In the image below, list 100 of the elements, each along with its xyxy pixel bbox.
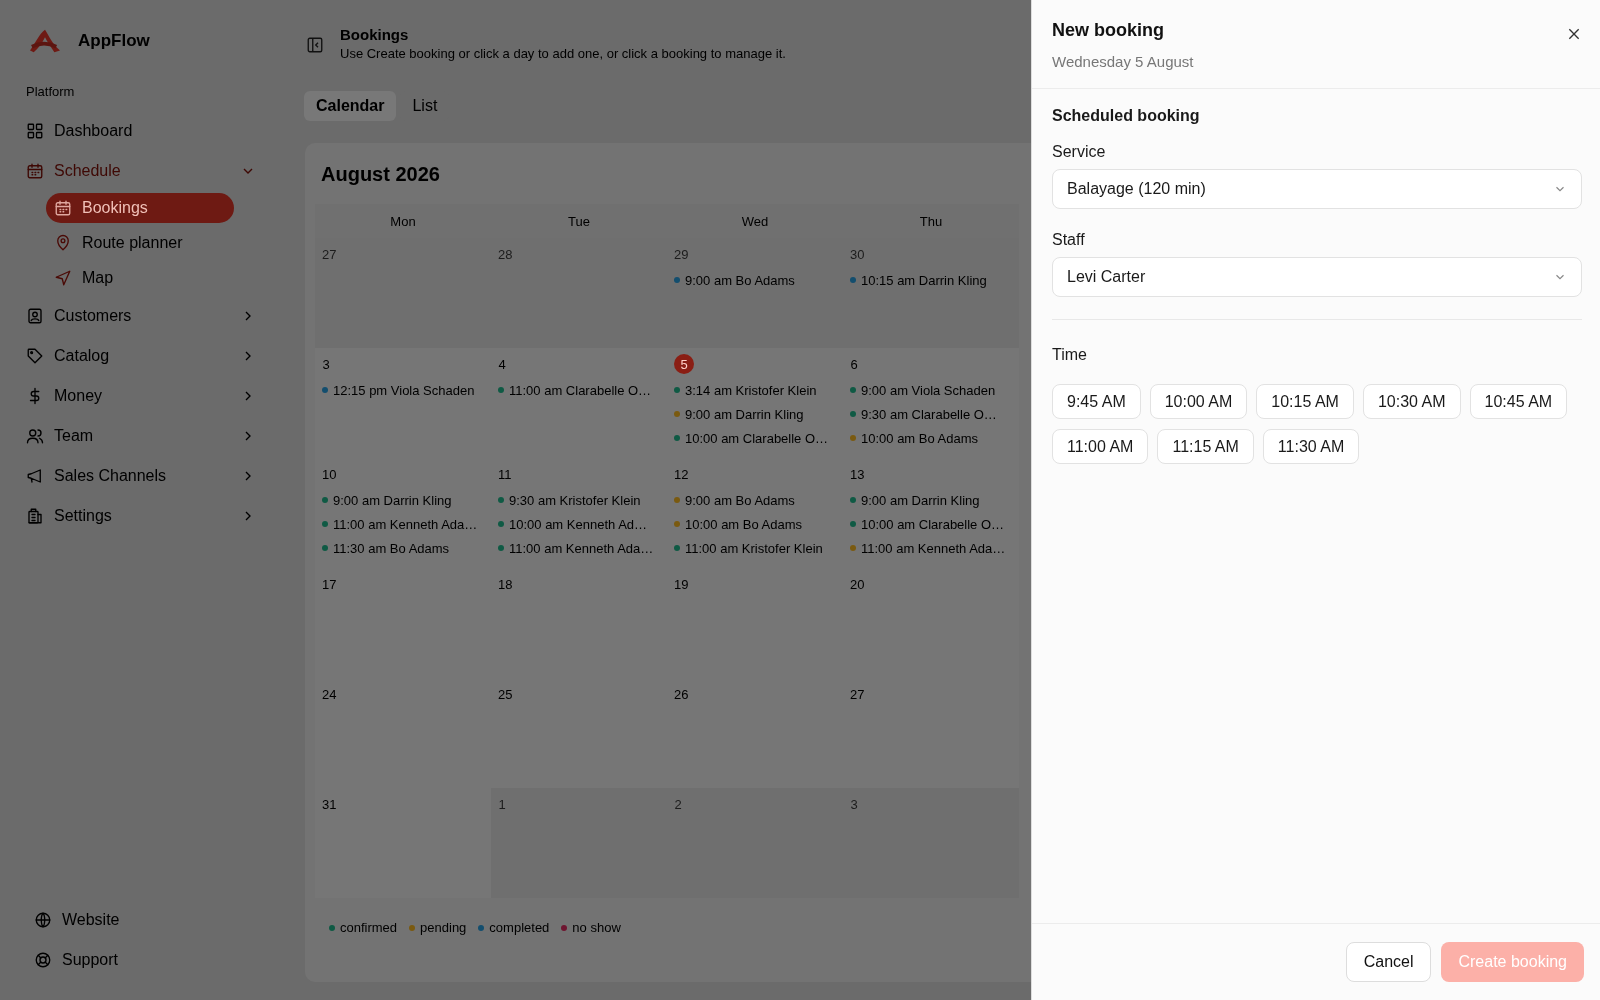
booking-entry[interactable]: 10:00 am Kenneth Ad… <box>498 512 660 536</box>
sidebar-subitem[interactable]: Map <box>46 263 234 293</box>
select-field[interactable]: Levi Carter <box>1052 257 1582 297</box>
day-number: 3 <box>322 355 330 374</box>
day-number: 4 <box>498 355 506 374</box>
day-cell[interactable]: 29 9:00 am Bo Adams <box>667 238 843 348</box>
section-label: Platform <box>26 84 76 99</box>
page-title: Bookings <box>340 26 410 43</box>
globe-icon <box>34 911 52 929</box>
day-number: 10 <box>322 465 337 484</box>
legend-label: completed <box>489 920 550 935</box>
sidebar-item[interactable]: Team <box>26 416 258 456</box>
day-number: 29 <box>674 245 689 264</box>
time-slot-button[interactable]: 10:30 AM <box>1362 384 1461 419</box>
drawer-title: New booking <box>1052 20 1165 41</box>
day-cell[interactable]: 1 <box>491 788 667 898</box>
day-number: 12 <box>674 465 689 484</box>
field-label: Service <box>1052 143 1107 161</box>
time-slot-button[interactable]: 9:45 AM <box>1052 384 1141 419</box>
day-number: 17 <box>322 575 337 594</box>
day-number: 11 <box>498 465 512 484</box>
navigation-arrow-icon <box>54 269 72 287</box>
sidebar-subitem[interactable]: Bookings <box>46 193 234 223</box>
day-number: 13 <box>850 465 865 484</box>
day-number: 2 <box>674 795 682 814</box>
tag-icon <box>26 347 44 365</box>
booking-entry[interactable]: 10:00 am Clarabelle O… <box>674 426 836 450</box>
day-cell[interactable]: 27 <box>315 238 491 348</box>
booking-entry[interactable]: 9:00 am Bo Adams <box>674 268 836 292</box>
sidebar-item[interactable]: Settings <box>26 496 258 536</box>
cancel-button[interactable]: Cancel <box>1345 942 1432 982</box>
day-number: 18 <box>498 575 513 594</box>
view-tab[interactable]: Calendar <box>304 91 397 121</box>
day-number: 19 <box>674 575 689 594</box>
booking-entry[interactable]: 9:30 am Clarabelle O… <box>850 402 1012 426</box>
day-number: 28 <box>498 245 513 264</box>
day-number: 31 <box>322 795 337 814</box>
building-icon <box>26 507 44 525</box>
section-heading: Scheduled booking <box>1052 107 1201 125</box>
sidebar-link[interactable]: Website <box>34 902 154 938</box>
booking-entry[interactable]: 11:00 am Kristofer Klein <box>674 536 836 560</box>
time-slot-button[interactable]: 11:15 AM <box>1157 429 1254 464</box>
time-slot-button[interactable]: 10:00 AM <box>1149 384 1248 419</box>
booking-entry[interactable]: 11:30 am Bo Adams <box>322 536 484 560</box>
close-icon[interactable] <box>1566 26 1582 42</box>
booking-entry[interactable]: 3:14 am Kristofer Klein <box>674 378 836 402</box>
booking-entry[interactable]: 11:00 am Kenneth Ada… <box>498 536 660 560</box>
booking-entry[interactable]: 9:00 am Darrin Kling <box>850 488 1012 512</box>
booking-entry[interactable]: 9:00 am Darrin Kling <box>674 402 836 426</box>
day-cell[interactable]: 28 <box>491 238 667 348</box>
booking-entry[interactable]: 9:00 am Bo Adams <box>674 488 836 512</box>
day-number: 30 <box>850 245 865 264</box>
booking-entry[interactable]: 9:00 am Darrin Kling <box>322 488 484 512</box>
calendar-icon <box>54 199 72 217</box>
day-cell[interactable]: 2 <box>667 788 843 898</box>
lifebuoy-icon <box>34 951 52 969</box>
day-number: 1 <box>498 795 506 814</box>
booking-entry[interactable]: 10:15 am Darrin Kling <box>850 268 1012 292</box>
day-number: 24 <box>322 685 337 704</box>
megaphone-icon <box>26 467 44 485</box>
booking-entry[interactable]: 10:00 am Bo Adams <box>674 512 836 536</box>
sidebar-subitem[interactable]: Route planner <box>46 228 234 258</box>
time-slot-button[interactable]: 11:00 AM <box>1052 429 1149 464</box>
day-number: 25 <box>498 685 513 704</box>
day-number: 26 <box>674 685 689 704</box>
users-icon <box>26 427 44 445</box>
month-title: August 2026 <box>321 163 441 186</box>
sidebar-item[interactable]: Schedule <box>26 151 258 191</box>
map-pin-icon <box>54 234 72 252</box>
sidebar-link[interactable]: Support <box>34 942 154 978</box>
booking-entry[interactable]: 11:00 am Kenneth Ada… <box>850 536 1012 560</box>
time-slot-button[interactable]: 11:30 AM <box>1262 429 1360 464</box>
calendar-icon <box>26 162 44 180</box>
field-label: Time <box>1052 346 1088 364</box>
day-cell[interactable]: 3 <box>843 788 1019 898</box>
sidebar-item[interactable]: Money <box>26 376 258 416</box>
page-subtitle: Use Create booking or click a day to add one, or click a booking to manage it. <box>340 46 786 61</box>
sidebar-toggle-icon[interactable] <box>306 36 324 54</box>
booking-entry[interactable]: 9:30 am Kristofer Klein <box>498 488 660 512</box>
booking-entry[interactable]: 12:15 pm Viola Schaden <box>322 378 484 402</box>
day-number: 20 <box>850 575 865 594</box>
sidebar-item[interactable]: Dashboard <box>26 111 258 151</box>
booking-entry[interactable]: 11:00 am Kenneth Ada… <box>322 512 484 536</box>
time-slot-button[interactable]: 10:45 AM <box>1469 384 1568 419</box>
day-number: 27 <box>322 245 337 264</box>
sidebar-item[interactable]: Catalog <box>26 336 258 376</box>
booking-entry[interactable]: 9:00 am Viola Schaden <box>850 378 1012 402</box>
drawer-subtitle: Wednesday 5 August <box>1052 53 1194 70</box>
day-number: 5 <box>674 354 694 374</box>
day-cell[interactable]: 30 10:15 am Darrin Kling <box>843 238 1019 348</box>
booking-entry[interactable]: 11:00 am Clarabelle O… <box>498 378 660 402</box>
booking-entry[interactable]: 10:00 am Clarabelle O… <box>850 512 1012 536</box>
booking-entry[interactable]: 10:00 am Bo Adams <box>850 426 1012 450</box>
sidebar-item[interactable]: Customers <box>26 296 258 336</box>
grid-icon <box>26 122 44 140</box>
select-field[interactable]: Balayage (120 min) <box>1052 169 1582 209</box>
sidebar-item[interactable]: Sales Channels <box>26 456 258 496</box>
time-slot-button[interactable]: 10:15 AM <box>1256 384 1354 419</box>
legend-label: no show <box>572 920 621 935</box>
legend-label: confirmed <box>340 920 398 935</box>
